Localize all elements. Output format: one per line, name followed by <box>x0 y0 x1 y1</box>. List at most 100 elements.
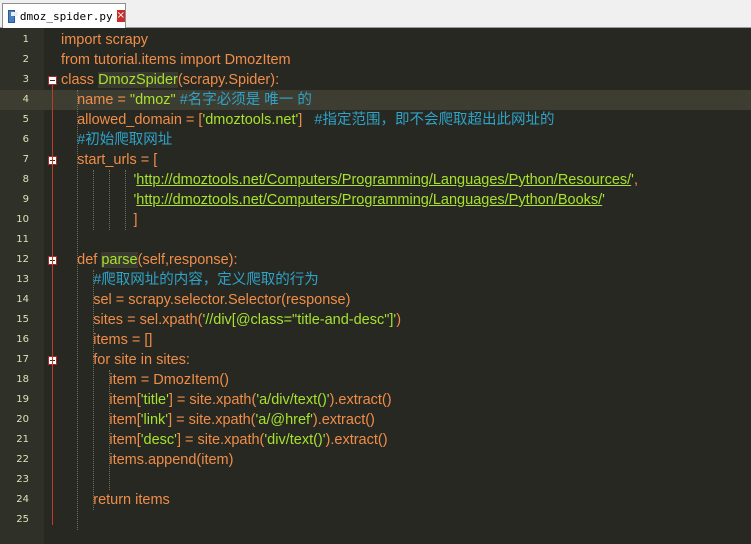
indent-guide <box>109 370 110 490</box>
code-line[interactable]: 5 allowed_domain = ['dmoztools.net'] #指定… <box>0 110 751 130</box>
code-token: ] <box>61 212 138 228</box>
code-token: ] <box>298 112 315 128</box>
code-line[interactable]: 10 ] <box>0 210 751 230</box>
line-number: 22 <box>16 454 29 465</box>
code-editor[interactable]: 1 import scrapy 2 from tutorial.items impor… <box>0 28 751 544</box>
code-text: import scrapy <box>61 30 148 50</box>
code-line[interactable]: 24 return items <box>0 490 751 510</box>
code-line[interactable]: 19 item['title'] = site.xpath('a/div/tex… <box>0 390 751 410</box>
tab-dmoz-spider[interactable]: dmoz_spider.py × <box>2 3 126 28</box>
code-line[interactable]: 17 for site in sites: <box>0 350 751 370</box>
indent-guide <box>125 170 126 230</box>
code-token: scrapy <box>101 32 149 48</box>
floppy-disk-icon <box>8 9 18 23</box>
code-line[interactable]: 15 sites = sel.xpath('//div[@class="titl… <box>0 310 751 330</box>
code-token: for <box>93 352 111 368</box>
line-number: 2 <box>22 54 29 65</box>
line-number: 10 <box>16 214 29 225</box>
code-text: start_urls = [ <box>61 150 157 170</box>
code-line[interactable]: 18 item = DmozItem() <box>0 370 751 390</box>
code-text: #爬取网址的内容，定义爬取的行为 <box>61 270 319 290</box>
indent-guide <box>109 170 110 230</box>
code-token: item[ <box>61 412 141 428</box>
code-token: item[ <box>61 392 141 408</box>
code-line[interactable]: 8 'http://dmoztools.net/Computers/Progra… <box>0 170 751 190</box>
code-token: name = <box>61 92 130 108</box>
code-token: ).extract() <box>329 392 392 408</box>
code-token: ) <box>396 312 402 328</box>
line-number: 5 <box>22 114 29 125</box>
fold-toggle-icon[interactable] <box>48 76 57 85</box>
line-number: 13 <box>16 274 29 285</box>
code-line[interactable]: 2 from tutorial.items import DmozItem <box>0 50 751 70</box>
code-line[interactable]: 20 item['link'] = site.xpath('a/@href').… <box>0 410 751 430</box>
code-token: return <box>93 492 132 508</box>
code-line[interactable]: 14 sel = scrapy.selector.Selector(respon… <box>0 290 751 310</box>
code-token: sites: <box>152 352 190 368</box>
code-line[interactable]: 12 def parse(self,response): <box>0 250 751 270</box>
indent-guide <box>77 90 78 530</box>
code-token: item[ <box>61 432 141 448</box>
code-token: site <box>110 352 141 368</box>
code-line[interactable]: 3 class DmozSpider(scrapy.Spider): <box>0 70 751 90</box>
code-line[interactable]: 25 <box>0 510 751 530</box>
code-text: allowed_domain = ['dmoztools.net'] #指定范围… <box>61 110 554 130</box>
code-token: ] = site.xpath( <box>176 432 265 448</box>
code-token: 'desc' <box>140 432 177 448</box>
code-line[interactable]: 22 items.append(item) <box>0 450 751 470</box>
line-number: 24 <box>16 494 29 505</box>
code-token: http://dmoztools.net/Computers/Programmi… <box>136 192 603 208</box>
code-token: #爬取网址的内容，定义爬取的行为 <box>93 272 319 288</box>
code-line[interactable]: 6 #初始爬取网址 <box>0 130 751 150</box>
line-number: 14 <box>16 294 29 305</box>
code-token: 'a/@href' <box>255 412 313 428</box>
indent-guide <box>93 270 94 510</box>
code-token: tutorial.items <box>90 52 181 68</box>
code-line[interactable]: 4 name = "dmoz" #名字必须是 唯一 的 <box>0 90 751 110</box>
code-token: def <box>77 252 98 268</box>
code-token: from <box>61 52 90 68</box>
code-token: 'a/div/text()' <box>256 392 330 408</box>
tab-label: dmoz_spider.py <box>19 9 113 23</box>
code-text: ] <box>61 210 138 230</box>
code-line[interactable]: 21 item['desc'] = site.xpath('div/text()… <box>0 430 751 450</box>
code-line[interactable]: 16 items = [] <box>0 330 751 350</box>
code-token: start_urls = [ <box>61 152 158 168</box>
line-number: 17 <box>16 354 29 365</box>
code-text: 'http://dmoztools.net/Computers/Programm… <box>61 170 638 190</box>
code-token: parse <box>101 252 138 268</box>
code-token: sel = scrapy.selector.Selector(response) <box>61 292 351 308</box>
code-token: , <box>633 172 638 188</box>
code-token: (self,response): <box>137 252 238 268</box>
code-token: DmozSpider <box>98 72 178 88</box>
code-token: (scrapy.Spider): <box>177 72 280 88</box>
code-line[interactable]: 11 <box>0 230 751 250</box>
code-token: class <box>61 72 95 88</box>
code-text: item['title'] = site.xpath('a/div/text()… <box>61 390 392 410</box>
code-token: sites = sel.xpath( <box>61 312 203 328</box>
code-line[interactable]: 13 #爬取网址的内容，定义爬取的行为 <box>0 270 751 290</box>
code-line[interactable]: 9 'http://dmoztools.net/Computers/Progra… <box>0 190 751 210</box>
code-line[interactable]: 7 start_urls = [ <box>0 150 751 170</box>
line-number: 1 <box>22 34 29 45</box>
line-number: 16 <box>16 334 29 345</box>
code-text: sel = scrapy.selector.Selector(response) <box>61 290 350 310</box>
editor-window: dmoz_spider.py × 1 import scrapy 2 from tut… <box>0 0 751 544</box>
line-number: 12 <box>16 254 29 265</box>
close-tab-icon[interactable]: × <box>116 10 125 22</box>
code-token: ] = site.xpath( <box>168 392 257 408</box>
code-token: ).extract() <box>325 432 388 448</box>
line-number: 19 <box>16 394 29 405</box>
code-text: item = DmozItem() <box>61 370 229 390</box>
line-number: 18 <box>16 374 29 385</box>
code-line[interactable]: 23 <box>0 470 751 490</box>
code-token: in <box>140 352 153 368</box>
code-token: #指定范围，即不会爬取超出此网址的 <box>314 112 555 128</box>
code-token: 'title' <box>140 392 169 408</box>
code-line[interactable]: 1 import scrapy <box>0 30 751 50</box>
line-number: 20 <box>16 414 29 425</box>
code-token: item = DmozItem() <box>61 372 229 388</box>
